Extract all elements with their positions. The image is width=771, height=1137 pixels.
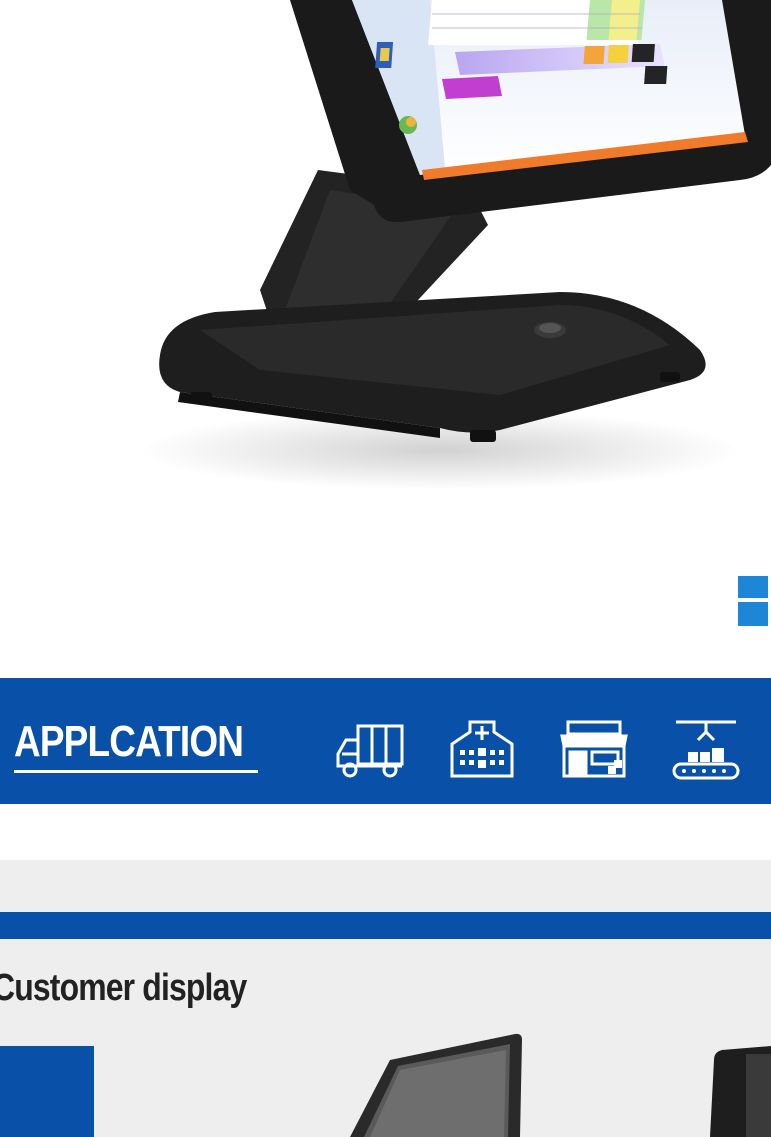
- customer-display-title: Customer display: [0, 967, 247, 1009]
- customer-display-side-image: [710, 1046, 771, 1137]
- customer-display-monitor-image: [350, 1033, 522, 1137]
- product-hero-image: [0, 0, 771, 660]
- hospital-icon: [446, 718, 518, 782]
- pos-terminal-illustration: [140, 0, 771, 490]
- windows-logo-icon: [738, 576, 768, 626]
- shop-icon: [558, 718, 630, 782]
- factory-conveyor-icon: [670, 718, 742, 782]
- blue-accent-block: [0, 1046, 94, 1137]
- section-header-bar: [0, 912, 771, 939]
- application-title: APPLCATION: [14, 717, 244, 766]
- delivery-truck-icon: [334, 718, 406, 782]
- title-underline: [14, 770, 258, 773]
